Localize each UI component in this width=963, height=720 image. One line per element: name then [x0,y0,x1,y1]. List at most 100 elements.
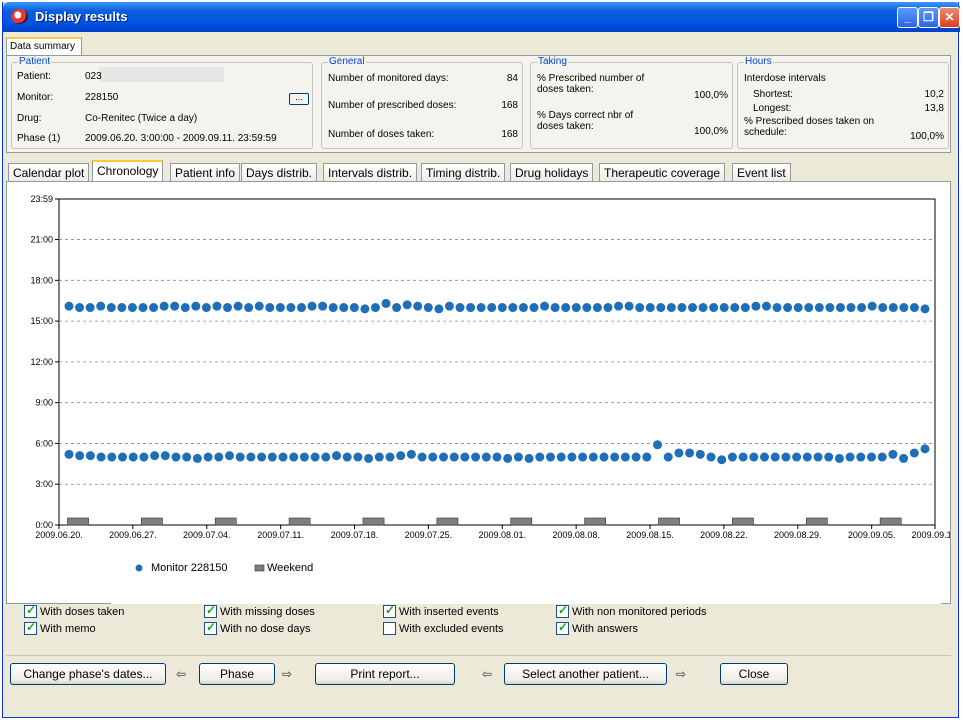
dose-point [685,448,695,458]
next-patient-icon[interactable]: ⇨ [676,667,686,681]
dose-point [476,303,486,313]
tab-data-summary[interactable]: Data summary [6,37,82,56]
tab-calendar-plot[interactable]: Calendar plot [8,163,90,182]
prescribed-taken-value: 100,0% [694,90,728,101]
checkbox-icon[interactable] [24,620,37,635]
dose-point [666,303,676,313]
check-with-inserted-events[interactable]: With inserted events [383,603,499,618]
tab-timing-distrib[interactable]: Timing distrib. [421,163,506,182]
tab-intervals-distrib[interactable]: Intervals distrib. [323,163,418,182]
x-tick-label: 2009.09.11. [912,530,950,540]
drug-value: Co-Renitec (Twice a day) [85,113,198,124]
x-tick-label: 2009.09.05. [848,530,896,540]
legend-monitor-marker [135,564,143,572]
days-correct-value: 100,0% [694,126,728,137]
tab-therapeutic-coverage[interactable]: Therapeutic coverage [599,163,726,182]
check-with-excluded-events[interactable]: With excluded events [383,622,504,635]
tab-days-distrib[interactable]: Days distrib. [241,163,318,182]
dose-point [497,303,507,313]
dose-point [909,448,919,458]
app-icon [11,9,28,24]
x-tick-label: 2009.08.22. [700,530,748,540]
tab-drug-holidays[interactable]: Drug holidays [510,163,594,182]
dose-point [698,303,708,313]
phase-button[interactable]: Phase [199,663,275,685]
dose-point [117,303,127,313]
dose-point [518,303,528,313]
check-with-non-monitored-periods[interactable]: With non monitored periods [556,603,707,618]
dose-point [877,452,887,462]
dose-point [128,452,138,462]
check-with-answers[interactable]: With answers [556,620,638,635]
dose-point [781,452,791,462]
dose-point [214,452,224,462]
minimize-icon[interactable]: _ [897,7,918,28]
check-with-missing-doses[interactable]: With missing doses [204,603,315,618]
dose-point [535,452,545,462]
dose-point [339,303,349,313]
dose-point [225,451,234,461]
title-bar[interactable]: Display results _ ❐ ✕ [3,2,960,32]
y-tick-label: 3:00 [35,479,53,489]
dose-point [289,452,299,462]
dose-point [296,303,306,313]
checkbox-icon[interactable] [204,620,217,635]
checkbox-icon[interactable] [556,620,569,635]
previous-phase-icon[interactable]: ⇦ [176,667,186,681]
dose-point [191,301,201,311]
tab-chronology[interactable]: Chronology [92,160,164,183]
prescribed-taken-label-line2: doses taken: [537,84,594,95]
select-another-patient-button[interactable]: Select another patient... [504,663,667,685]
dose-point [567,452,577,462]
doses-taken-label: Number of doses taken: [328,129,435,140]
dose-point [738,452,748,462]
weekend-bar [214,517,237,526]
dose-point [546,452,555,462]
dose-point [332,451,341,461]
x-tick-label: 2009.07.25. [405,530,453,540]
checkbox-icon[interactable] [24,603,37,618]
patient-value: 023 [85,71,102,82]
phase-label: Phase (1) [17,133,61,144]
checkbox-icon[interactable] [556,603,569,618]
x-tick-label: 2009.08.29. [774,530,822,540]
tab-patient-info[interactable]: Patient info [170,163,241,182]
y-tick-label: 6:00 [35,438,53,448]
dose-point [434,304,444,314]
tab-event-list[interactable]: Event list [732,163,791,182]
dose-point [792,452,802,462]
restore-icon[interactable]: ❐ [918,7,939,28]
close-icon[interactable]: ✕ [939,7,960,28]
dose-point [139,452,149,462]
check-with-doses-taken[interactable]: With doses taken [24,603,124,618]
dose-point [571,303,581,313]
checkbox-icon[interactable] [204,603,217,618]
previous-patient-icon[interactable]: ⇦ [482,667,492,681]
print-report-button[interactable]: Print report... [315,663,455,685]
weekend-bar [805,517,828,526]
weekend-bar [288,517,311,526]
check-with-no-dose-days[interactable]: With no dose days [204,620,311,635]
phase-value: 2009.06.20. 3:00:00 - 2009.09.11. 23:59:… [85,133,277,144]
next-phase-icon[interactable]: ⇨ [282,667,292,681]
check-with-memo[interactable]: With memo [24,620,96,635]
browse-button[interactable]: ... [289,93,309,105]
dose-point [170,301,180,311]
dose-point [642,452,652,462]
dose-point [513,452,523,462]
change-phase-dates-button[interactable]: Change phase's dates... [10,663,166,685]
filter-checkboxes: With doses taken With missing doses With… [6,603,951,649]
dose-point [719,303,729,313]
data-summary-panel: Patient Patient: 023 Monitor: 228150 Dru… [6,55,951,153]
weekend-bar [67,517,89,526]
weekend-bar [879,517,902,526]
schedule-value: 100,0% [910,131,944,142]
checkbox-icon[interactable] [383,603,396,618]
close-button[interactable]: Close [720,663,788,685]
days-correct-label-line1: % Days correct nbr of [537,110,634,121]
doses-taken-value: 168 [501,129,518,140]
window-title: Display results [35,9,128,24]
checkbox-icon[interactable] [383,622,396,635]
general-group: General Number of monitored days: 84 Num… [321,56,523,149]
dose-point [246,452,256,462]
